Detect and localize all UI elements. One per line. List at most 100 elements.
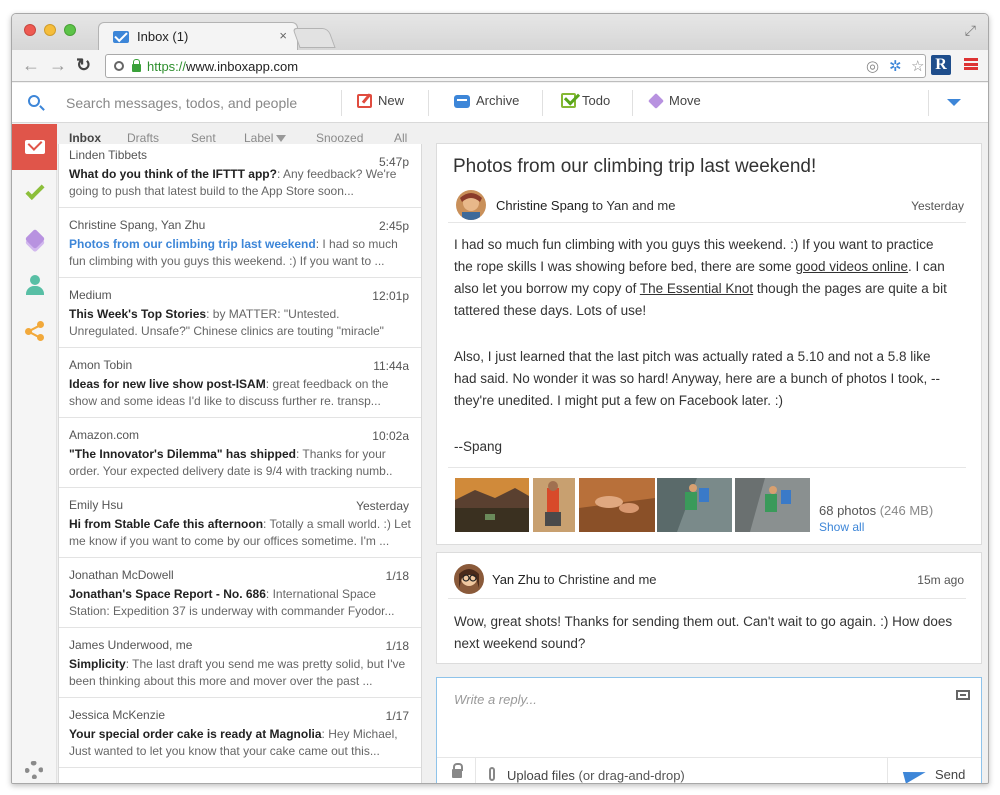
tab-inbox[interactable]: Inbox xyxy=(69,131,101,145)
photos-count: 68 photos (246 MB) xyxy=(819,503,933,518)
list-item[interactable]: Christine Spang, Yan Zhu 2:45p Photos fr… xyxy=(59,208,421,278)
fullscreen-icon[interactable]: ⤢ xyxy=(965,22,976,39)
essential-knot-link[interactable]: The Essential Knot xyxy=(640,281,753,296)
sender-line: Christine Spang to Yan and me xyxy=(496,198,675,213)
row-subject: This Week's Top Stories xyxy=(69,307,207,321)
divider xyxy=(928,90,929,116)
gear-icon[interactable] xyxy=(25,761,43,779)
show-all-link[interactable]: Show all xyxy=(819,520,864,534)
divider xyxy=(542,90,543,116)
reply-input[interactable]: Write a reply... xyxy=(454,692,537,707)
send-icon[interactable] xyxy=(902,766,928,783)
message-pane: Photos from our climbing trip last weeke… xyxy=(436,143,982,545)
send-button[interactable]: Send xyxy=(935,767,965,782)
new-button[interactable]: New xyxy=(357,93,404,108)
tab-sent[interactable]: Sent xyxy=(191,131,216,145)
bookmark-star-icon[interactable]: ☆ xyxy=(911,57,924,75)
upload-files-button[interactable]: Upload files (or drag-and-drop) xyxy=(507,768,685,783)
left-rail xyxy=(12,124,57,783)
list-item[interactable]: Jonathan McDowell 1/18 Jonathan's Space … xyxy=(59,558,421,628)
search-icon xyxy=(114,61,124,71)
divider xyxy=(448,467,966,468)
layers-icon xyxy=(24,228,45,250)
row-from: Jessica McKenzie xyxy=(69,708,166,722)
message-list: Linden Tibbets 5:47p What do you think o… xyxy=(58,144,422,783)
photos-size: (246 MB) xyxy=(876,503,934,518)
expand-icon[interactable] xyxy=(956,690,970,700)
row-from: Medium xyxy=(69,288,112,302)
row-body: Hi from Stable Cafe this afternoon: Tota… xyxy=(69,516,411,550)
browser-tab[interactable]: Inbox (1) × xyxy=(98,22,298,50)
row-subject: "The Innovator's Dilemma" has shipped xyxy=(69,447,296,461)
photo-thumbnail[interactable] xyxy=(735,478,810,532)
reply-box[interactable]: Write a reply... Upload files (or drag-a… xyxy=(436,677,982,783)
row-subject: Photos from our climbing trip last weeke… xyxy=(69,237,316,251)
photo-thumbnail[interactable] xyxy=(579,478,655,532)
minimize-window-button[interactable] xyxy=(44,24,56,36)
address-bar[interactable]: https:// www.inboxapp.com ◎ ✲ ☆ xyxy=(105,54,926,78)
close-window-button[interactable] xyxy=(24,24,36,36)
row-body: "The Innovator's Dilemma" has shipped: T… xyxy=(69,446,411,480)
tab-drafts[interactable]: Drafts xyxy=(127,131,159,145)
sender-name[interactable]: Christine Spang xyxy=(496,198,589,213)
row-time: 2:45p xyxy=(378,219,409,233)
more-chevron-down-icon[interactable] xyxy=(947,99,961,106)
todo-button[interactable]: Todo xyxy=(561,93,610,108)
recipients: to Christine and me xyxy=(540,572,657,587)
message-pane-reply: Yan Zhu to Christine and me 15m ago Wow,… xyxy=(436,552,982,664)
new-tab-button[interactable] xyxy=(292,28,336,48)
row-body: Your special order cake is ready at Magn… xyxy=(69,726,411,760)
move-button[interactable]: Move xyxy=(648,92,701,109)
message-body: Wow, great shots! Thanks for sending the… xyxy=(454,614,953,651)
upload-hint: (or drag-and-drop) xyxy=(574,768,685,783)
extension-r-icon[interactable]: R xyxy=(931,55,951,75)
good-videos-link[interactable]: good videos online xyxy=(795,259,908,274)
tab-close-icon[interactable]: × xyxy=(279,28,287,43)
archive-button[interactable]: Archive xyxy=(454,93,519,108)
lock-icon[interactable] xyxy=(452,763,463,778)
photo-thumbnail[interactable] xyxy=(657,478,732,532)
row-body: Jonathan's Space Report - No. 686: Inter… xyxy=(69,586,411,620)
paperclip-icon[interactable] xyxy=(489,767,495,781)
tab-label[interactable]: Label xyxy=(244,131,287,145)
row-body: Simplicity: The last draft you send me w… xyxy=(69,656,411,690)
rail-item-mail[interactable] xyxy=(12,124,57,170)
row-from: James Underwood, me xyxy=(69,638,193,652)
check-icon xyxy=(24,180,45,200)
back-icon[interactable]: ← xyxy=(22,55,40,75)
row-subject: Jonathan's Space Report - No. 686 xyxy=(69,587,266,601)
tab-all[interactable]: All xyxy=(394,131,407,145)
divider xyxy=(475,758,476,783)
list-item[interactable]: Medium 12:01p This Week's Top Stories: b… xyxy=(59,278,421,348)
menu-icon[interactable] xyxy=(964,58,978,70)
row-time: 11:44a xyxy=(373,359,409,373)
list-item[interactable]: Amazon.com 10:02a "The Innovator's Dilem… xyxy=(59,418,421,488)
location-icon[interactable]: ◎ xyxy=(866,57,879,75)
list-item[interactable]: Linden Tibbets 5:47p What do you think o… xyxy=(59,144,421,208)
photo-thumbnail[interactable] xyxy=(455,478,529,532)
photo-thumbnail[interactable] xyxy=(533,478,575,532)
list-item[interactable]: James Underwood, me 1/18 Simplicity: The… xyxy=(59,628,421,698)
app-area: New Archive Todo Move xyxy=(12,83,988,783)
nav-bar: ← → ↻ https:// www.inboxapp.com ◎ ✲ ☆ R xyxy=(12,50,988,82)
forward-icon[interactable]: → xyxy=(49,55,67,75)
row-from: Jonathan McDowell xyxy=(69,568,174,582)
extension-icon[interactable]: ✲ xyxy=(889,57,902,75)
divider xyxy=(428,90,429,116)
message-date: 15m ago xyxy=(917,573,964,587)
thread-title: Photos from our climbing trip last weeke… xyxy=(453,156,817,177)
list-item[interactable]: Amon Tobin 11:44a Ideas for new live sho… xyxy=(59,348,421,418)
rail-item-todos[interactable] xyxy=(12,170,57,216)
list-item[interactable]: Jessica McKenzie 1/17 Your special order… xyxy=(59,698,421,768)
tab-snoozed[interactable]: Snoozed xyxy=(316,131,363,145)
rail-item-files[interactable] xyxy=(12,216,57,262)
sender-name[interactable]: Yan Zhu xyxy=(492,572,540,587)
rail-item-share[interactable] xyxy=(12,308,57,354)
list-item[interactable]: Emily Hsu Yesterday Hi from Stable Cafe … xyxy=(59,488,421,558)
reload-icon[interactable]: ↻ xyxy=(76,55,91,75)
rail-item-contacts[interactable] xyxy=(12,262,57,308)
search-input[interactable] xyxy=(66,92,336,114)
compose-icon xyxy=(357,93,372,108)
zoom-window-button[interactable] xyxy=(64,24,76,36)
lock-icon xyxy=(132,59,141,72)
